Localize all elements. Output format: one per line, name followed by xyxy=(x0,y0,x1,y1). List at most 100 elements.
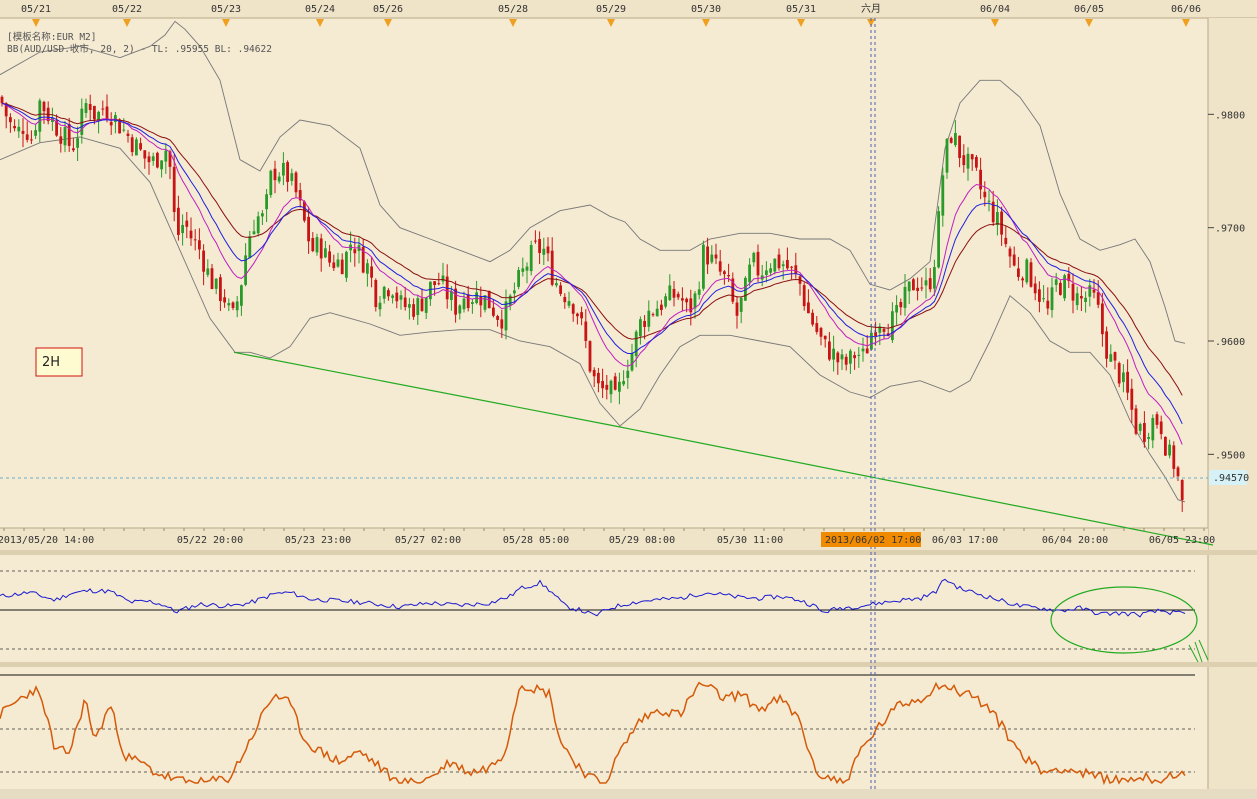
candle-body xyxy=(920,287,924,289)
candle-body xyxy=(496,316,499,320)
candle-body xyxy=(773,258,777,272)
candle-body xyxy=(332,262,336,269)
candle-body xyxy=(294,172,298,193)
candle-body xyxy=(471,302,474,304)
candle-body xyxy=(983,191,987,198)
candle-body xyxy=(1000,211,1003,235)
candle-body xyxy=(521,268,525,272)
candle-body xyxy=(424,297,428,313)
pane-divider-1[interactable] xyxy=(0,550,1257,555)
candle-body xyxy=(685,298,688,303)
candle-body xyxy=(790,266,793,268)
price-tick-label: .9700 xyxy=(1215,224,1245,235)
candle-body xyxy=(727,275,730,277)
candle-body xyxy=(786,259,789,269)
candle-body xyxy=(605,384,609,390)
candle-body xyxy=(651,314,655,316)
top-date-label: 05/21 xyxy=(21,4,51,15)
candle-body xyxy=(240,285,243,306)
candle-body xyxy=(38,100,42,132)
candle-body xyxy=(975,156,978,168)
candle-body xyxy=(277,176,281,182)
candle-body xyxy=(580,312,583,319)
pane-divider-2[interactable] xyxy=(0,662,1257,667)
candle-body xyxy=(681,298,684,301)
candle-body xyxy=(328,251,331,263)
candle-body xyxy=(987,200,991,202)
candlestick-chart[interactable]: .9800 .9700 .9600 .9500 05/21 05/22 05/23 05/24… xyxy=(0,0,1257,799)
candle-body xyxy=(403,297,407,308)
candle-body xyxy=(387,290,390,297)
candle-body xyxy=(219,277,222,301)
candle-body xyxy=(538,239,541,253)
candle-body xyxy=(34,130,37,136)
candle-body xyxy=(378,302,382,310)
top-date-label: 06/06 xyxy=(1171,4,1201,15)
candle-body xyxy=(412,304,415,317)
top-date-marker xyxy=(509,19,517,27)
candle-body xyxy=(307,216,310,242)
candle-body xyxy=(479,296,483,306)
ma-slow xyxy=(1,102,1183,396)
candle-body xyxy=(622,381,625,385)
candle-body xyxy=(483,295,487,310)
candle-body xyxy=(9,117,12,123)
bottom-date-label: 05/28 05:00 xyxy=(503,535,569,546)
candle-body xyxy=(1029,262,1033,287)
candle-body xyxy=(290,173,294,181)
candle-body xyxy=(72,148,75,151)
candle-body xyxy=(164,150,168,162)
indicator-panes xyxy=(0,570,1195,786)
candle-body xyxy=(458,305,462,314)
candle-body xyxy=(1075,293,1079,306)
bottom-scroll-strip[interactable] xyxy=(0,789,1257,799)
candle-body xyxy=(1004,237,1008,245)
rsi-line xyxy=(0,578,1186,618)
candle-body xyxy=(643,320,646,327)
candle-body xyxy=(109,121,113,126)
candle-body xyxy=(143,150,147,159)
candle-body xyxy=(941,175,945,216)
candle-body xyxy=(954,132,957,146)
candle-body xyxy=(1159,421,1163,435)
candle-body xyxy=(1017,268,1020,277)
candle-body xyxy=(672,288,676,298)
indicator-info: BB(AUD/USD.收市, 20, 2) - TL: .95955 BL: .… xyxy=(7,43,272,55)
candle-body xyxy=(1042,298,1045,300)
rsi-annotation-ellipse xyxy=(1050,586,1198,654)
support-trendline xyxy=(233,351,1214,546)
candle-body xyxy=(1096,292,1100,305)
candle-body xyxy=(122,129,126,131)
candle-body xyxy=(513,290,516,294)
candle-body xyxy=(937,211,940,268)
bottom-date-label: 05/29 08:00 xyxy=(609,535,675,546)
candle-body xyxy=(1117,363,1121,384)
candle-body xyxy=(710,254,714,263)
candle-body xyxy=(840,354,844,360)
candle-body xyxy=(265,194,268,210)
candle-body xyxy=(1113,352,1117,361)
candle-body xyxy=(454,288,457,315)
bb-upper xyxy=(0,20,1186,344)
candle-body xyxy=(966,153,970,169)
candle-body xyxy=(849,350,852,364)
ma-mid xyxy=(1,102,1183,445)
candle-body xyxy=(563,296,567,303)
bottom-date-label: 06/03 17:00 xyxy=(932,535,998,546)
candle-body xyxy=(882,328,886,332)
candle-body xyxy=(1033,283,1037,294)
price-tick-label: .9800 xyxy=(1215,110,1245,121)
candle-body xyxy=(626,370,630,378)
top-date-label: 05/30 xyxy=(691,4,721,15)
candle-body xyxy=(823,335,827,340)
candle-body xyxy=(979,169,982,190)
candle-body xyxy=(899,302,903,308)
candle-body xyxy=(1143,423,1146,442)
candle-body xyxy=(282,162,285,176)
candle-body xyxy=(492,307,495,316)
candle-body xyxy=(1059,282,1062,295)
candle-body xyxy=(450,291,453,301)
candle-body xyxy=(592,369,596,377)
candle-body xyxy=(517,269,520,287)
candle-body xyxy=(1050,287,1054,311)
